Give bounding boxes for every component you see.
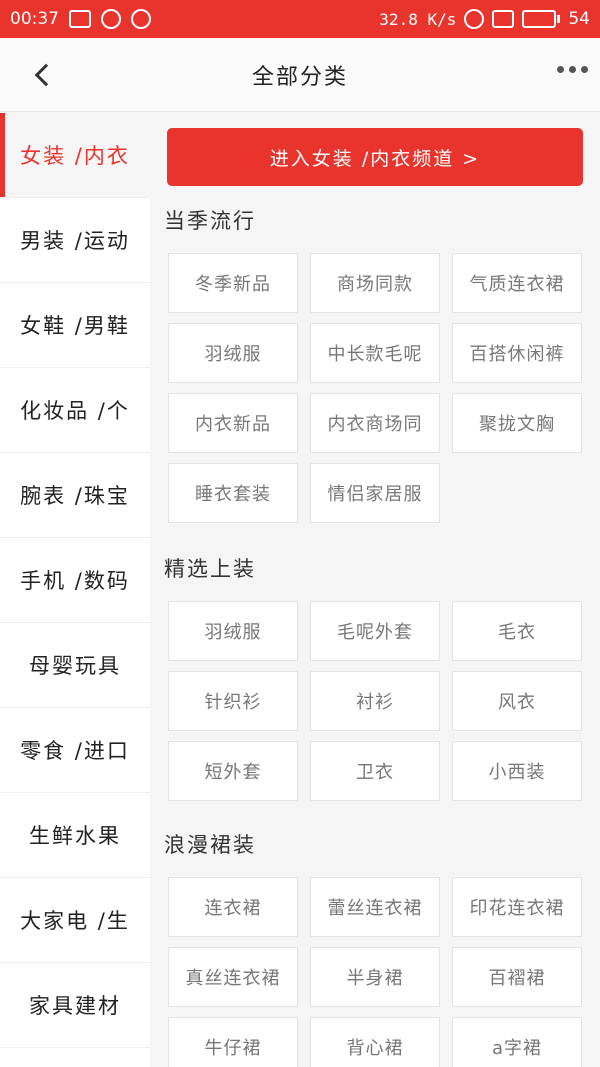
battery-icon (522, 10, 561, 28)
category-tag[interactable]: 毛呢外套 (310, 601, 440, 661)
status-time: 00:37 (10, 9, 59, 29)
sidebar-item[interactable]: 男装 /运动 (0, 198, 150, 283)
category-tag[interactable]: 半身裙 (310, 947, 440, 1007)
category-tag[interactable]: 气质连衣裙 (452, 253, 582, 313)
category-tag[interactable]: 连衣裙 (168, 877, 298, 937)
sidebar-item[interactable]: 女鞋 /男鞋 (0, 283, 150, 368)
category-tag[interactable]: 百搭休闲裤 (452, 323, 582, 383)
enter-channel-button[interactable]: 进入女装 /内衣频道 > (167, 128, 583, 186)
category-tag[interactable]: 冬季新品 (168, 253, 298, 313)
category-tag[interactable]: 衬衫 (310, 671, 440, 731)
mail-icon (69, 10, 91, 28)
sidebar-item[interactable]: 生鲜水果 (0, 793, 150, 878)
more-options-button[interactable] (557, 66, 588, 73)
category-tag[interactable]: 中长款毛呢 (310, 323, 440, 383)
section-title: 精选上装 (164, 557, 256, 581)
sidebar-item[interactable]: 手机 /数码 (0, 538, 150, 623)
qq-icon (131, 9, 151, 29)
alarm-icon (464, 9, 485, 29)
category-tag[interactable]: 风衣 (452, 671, 582, 731)
category-sidebar: 女装 /内衣 男装 /运动 女鞋 /男鞋 化妆品 /个 腕表 /珠宝 手机 /数码 母婴玩具… (0, 113, 150, 1067)
category-tag[interactable]: 睡衣套装 (168, 463, 298, 523)
category-tag[interactable]: a字裙 (452, 1017, 582, 1067)
category-tag[interactable]: 卫衣 (310, 741, 440, 801)
dot-icon (569, 66, 576, 73)
category-content: 进入女装 /内衣频道 > 当季流行 冬季新品 商场同款 气质连衣裙 羽绒服 中长款毛呢 百搭… (150, 113, 600, 1067)
category-tag[interactable]: 内衣新品 (168, 393, 298, 453)
sidebar-item[interactable]: 腕表 /珠宝 (0, 453, 150, 538)
category-tag[interactable]: 小西装 (452, 741, 582, 801)
category-tag[interactable]: 真丝连衣裙 (168, 947, 298, 1007)
sidebar-item[interactable]: 家具建材 (0, 963, 150, 1048)
category-tag[interactable]: 针织衫 (168, 671, 298, 731)
sidebar-item[interactable]: 大家电 /生 (0, 878, 150, 963)
battery-percent: 54 (568, 9, 590, 29)
category-tag[interactable]: 印花连衣裙 (452, 877, 582, 937)
section-title: 浪漫裙装 (164, 833, 256, 857)
category-tag[interactable]: 牛仔裙 (168, 1017, 298, 1067)
category-tag[interactable]: 羽绒服 (168, 323, 298, 383)
chevron-left-icon (34, 63, 58, 87)
nav-bar: 全部分类 (0, 38, 600, 112)
dot-icon (557, 66, 564, 73)
category-tag[interactable]: 内衣商场同 (310, 393, 440, 453)
category-tag[interactable]: 毛衣 (452, 601, 582, 661)
category-tag[interactable]: 短外套 (168, 741, 298, 801)
category-tag[interactable]: 聚拢文胸 (452, 393, 582, 453)
app-notification-icon (101, 9, 121, 29)
sidebar-item[interactable]: 母婴玩具 (0, 623, 150, 708)
category-tag[interactable]: 背心裙 (310, 1017, 440, 1067)
category-tag[interactable]: 羽绒服 (168, 601, 298, 661)
sidebar-item[interactable]: 零食 /进口 (0, 708, 150, 793)
dot-icon (581, 66, 588, 73)
category-tag[interactable]: 情侣家居服 (310, 463, 440, 523)
signal-icon (492, 10, 515, 28)
sidebar-item[interactable]: 化妆品 /个 (0, 368, 150, 453)
back-button[interactable] (28, 58, 58, 92)
sidebar-item[interactable]: 女装 /内衣 (0, 113, 150, 198)
category-tag[interactable]: 百褶裙 (452, 947, 582, 1007)
section-title: 当季流行 (164, 209, 256, 233)
category-tag[interactable]: 蕾丝连衣裙 (310, 877, 440, 937)
status-bar: 00:37 32.8 K/s 54 (0, 0, 600, 38)
page-title: 全部分类 (251, 64, 348, 90)
network-speed: 32.8 K/s (379, 9, 457, 29)
category-tag[interactable]: 商场同款 (310, 253, 440, 313)
